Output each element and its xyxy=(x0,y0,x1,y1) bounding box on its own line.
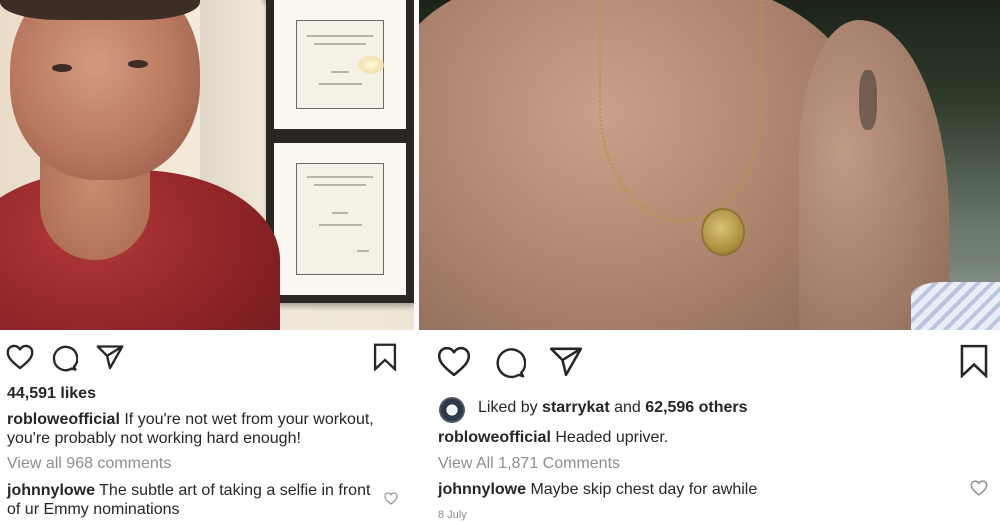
likes-count[interactable]: 44,591 likes xyxy=(7,385,96,403)
post-caption: robloweofficial If you're not wet from y… xyxy=(7,410,407,448)
heart-icon[interactable] xyxy=(6,344,34,370)
view-all-comments-link[interactable]: View All 1,871 Comments xyxy=(438,455,620,473)
heart-icon[interactable] xyxy=(437,346,471,377)
pendant xyxy=(703,210,743,254)
paper-plane-icon[interactable] xyxy=(96,344,124,370)
screenshot-composite: 44,591 likes robloweofficial If you're n… xyxy=(0,0,1000,524)
small-heart-icon[interactable] xyxy=(384,492,398,505)
small-heart-icon[interactable] xyxy=(970,480,988,496)
post-photo-selfie[interactable] xyxy=(0,0,414,330)
comment-username[interactable]: johnnylowe xyxy=(438,481,526,498)
post-left: 44,591 likes robloweofficial If you're n… xyxy=(0,0,414,524)
liked-by-and: and xyxy=(614,399,641,416)
caption-username[interactable]: robloweofficial xyxy=(438,429,551,446)
bookmark-icon[interactable] xyxy=(959,344,989,378)
caption-username[interactable]: robloweofficial xyxy=(7,411,120,428)
liked-by-others[interactable]: 62,596 others xyxy=(645,399,747,416)
liked-by-prefix: Liked by xyxy=(478,399,538,416)
comment-bubble-icon[interactable] xyxy=(493,346,526,379)
comment: johnnylowe Maybe skip chest day for awhi… xyxy=(438,480,757,499)
liked-by-line: Liked by starrykat and 62,596 others xyxy=(478,399,748,417)
framed-certificate-1 xyxy=(266,0,414,137)
post-date: 8 July xyxy=(438,509,467,521)
comment-bubble-icon[interactable] xyxy=(50,344,78,372)
post-right: Liked by starrykat and 62,596 others rob… xyxy=(419,0,1000,524)
bookmark-icon[interactable] xyxy=(373,343,397,371)
post-caption: robloweofficial Headed upriver. xyxy=(438,428,668,447)
liked-by-username[interactable]: starrykat xyxy=(542,399,610,416)
post-photo-necklace[interactable] xyxy=(419,0,1000,330)
framed-certificate-2 xyxy=(266,135,414,303)
caption-text: Headed upriver. xyxy=(555,429,669,446)
comment: johnnylowe The subtle art of taking a se… xyxy=(7,481,377,519)
comment-text: Maybe skip chest day for awhile xyxy=(530,481,758,498)
paper-plane-icon[interactable] xyxy=(549,346,583,377)
avatar[interactable] xyxy=(439,397,465,423)
view-all-comments-link[interactable]: View all 968 comments xyxy=(7,455,171,473)
comment-username[interactable]: johnnylowe xyxy=(7,482,95,499)
